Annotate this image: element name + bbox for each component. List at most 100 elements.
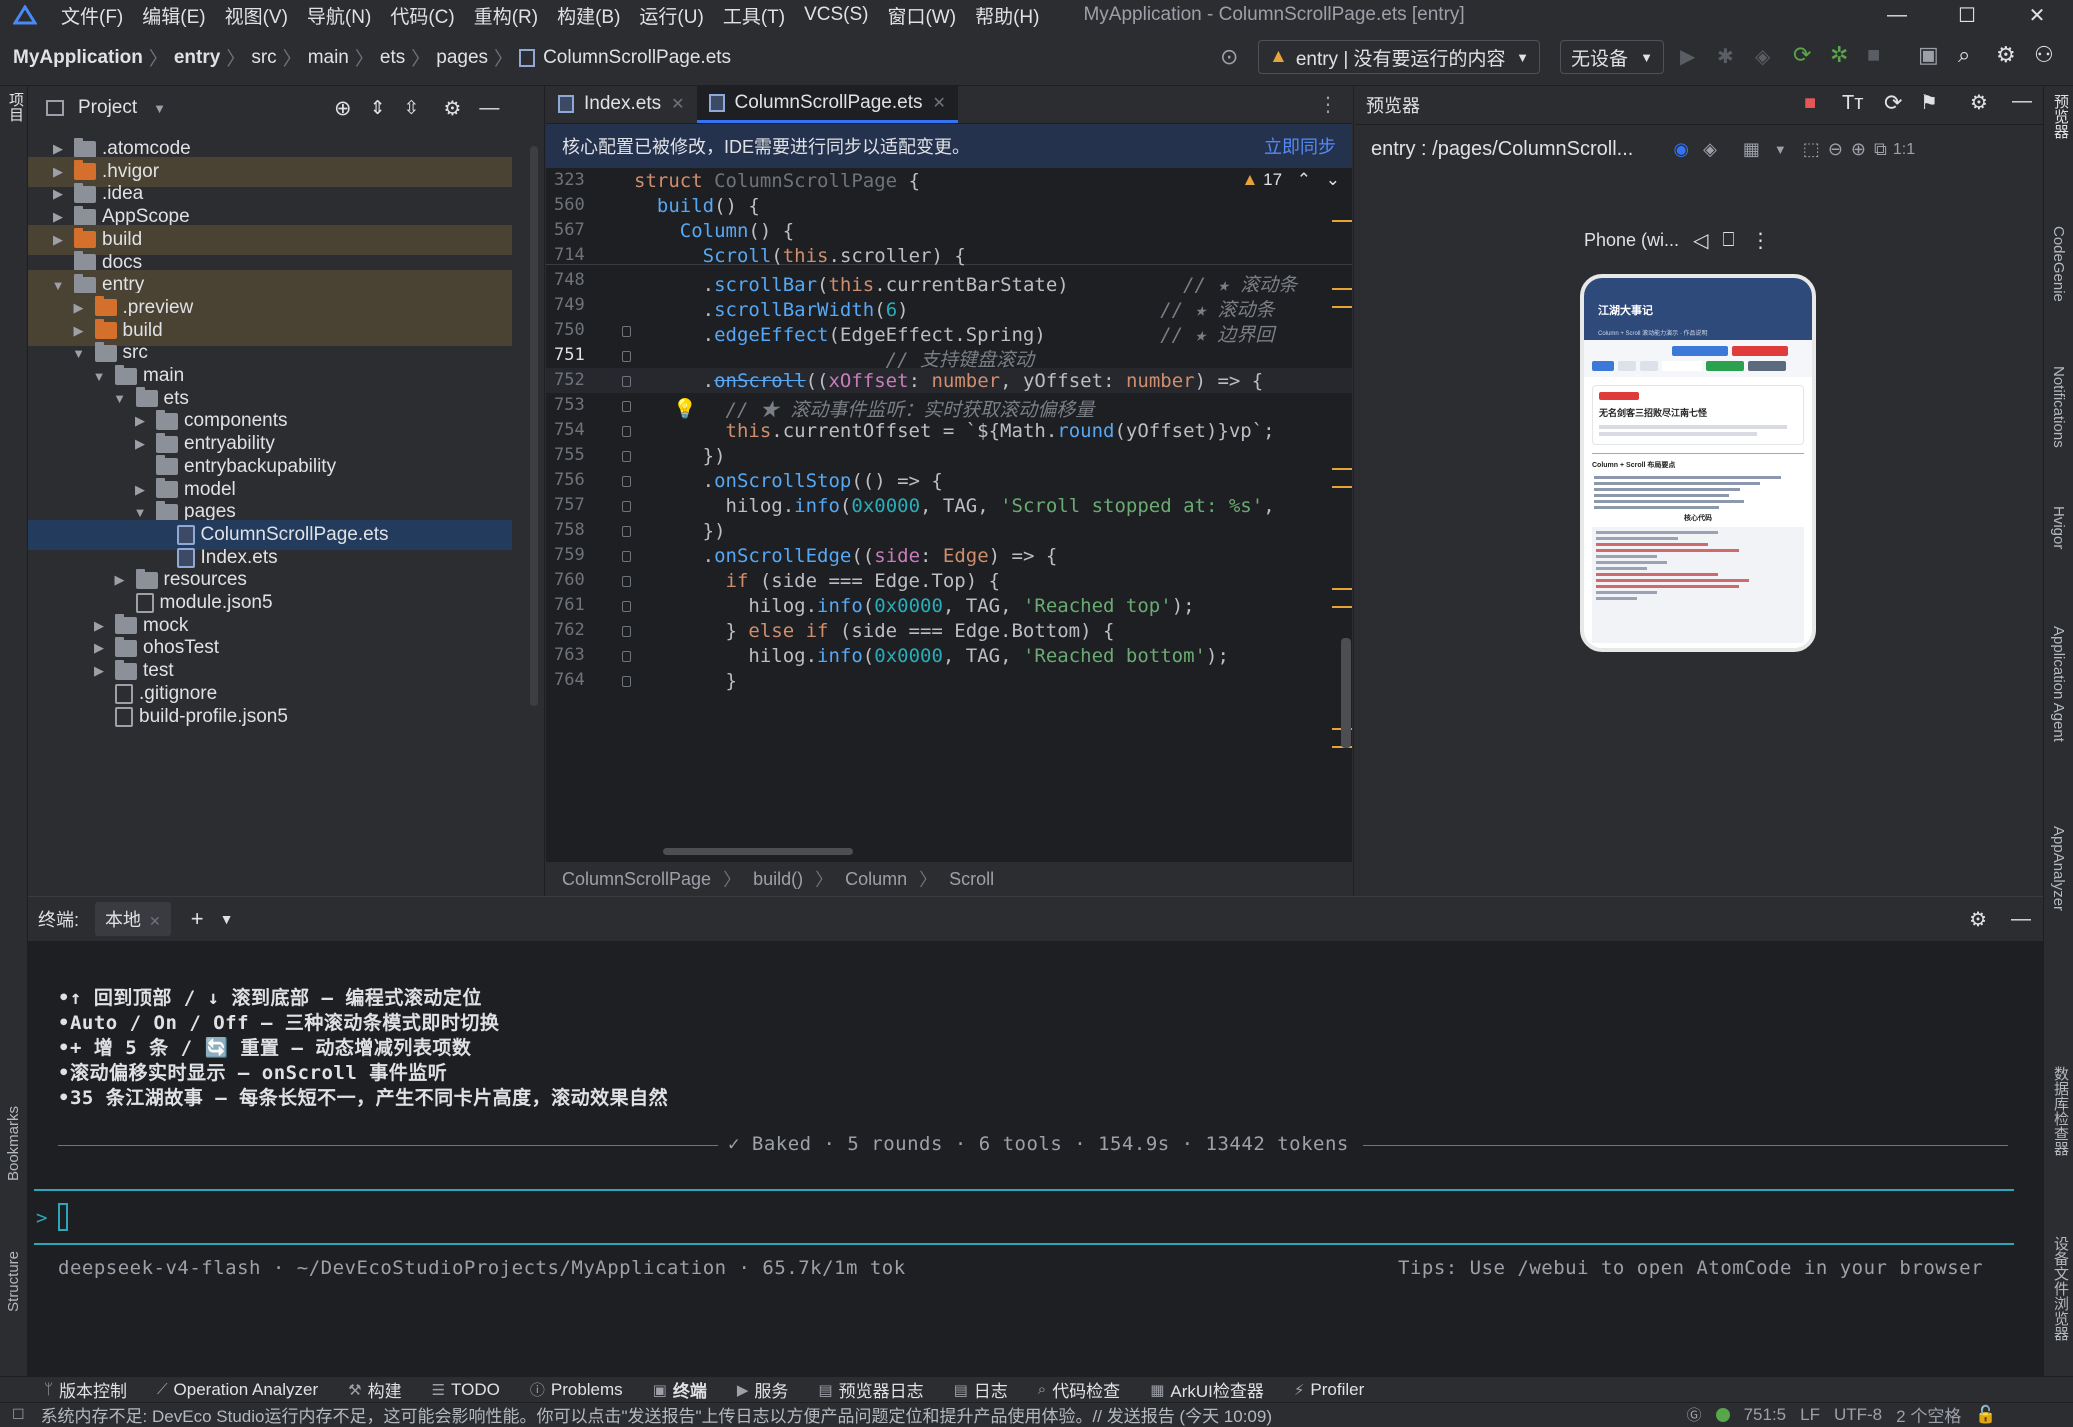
chevron-down-icon[interactable]: ▼ — [112, 391, 128, 406]
terminal-button[interactable]: ▣ 终端 — [653, 1377, 707, 1402]
chevron-right-icon[interactable]: ▶ — [71, 323, 87, 339]
maximize-icon[interactable]: ☐ — [1932, 0, 2002, 30]
chevron-down-icon[interactable]: ▼ — [50, 278, 66, 293]
chevron-down-icon[interactable]: ▼ — [220, 911, 234, 927]
scroll-top-button[interactable] — [1672, 346, 1728, 356]
fold-marker-icon[interactable] — [622, 351, 631, 362]
crumb-file[interactable]: ColumnScrollPage.ets — [543, 47, 731, 69]
back-icon[interactable]: ◁ — [1693, 228, 1708, 253]
fold-marker-icon[interactable] — [622, 401, 631, 412]
bookmarks-tool-button[interactable]: Bookmarks — [5, 1106, 22, 1181]
sync-icon[interactable]: ⟳ — [1793, 42, 1811, 68]
settings-target-icon[interactable]: ⊙ — [1220, 44, 1238, 70]
chevron-right-icon[interactable]: ▶ — [50, 209, 66, 225]
chevron-right-icon[interactable]: ▶ — [91, 618, 107, 634]
chevron-right-icon[interactable]: ▶ — [71, 300, 87, 316]
hvigor-tool-button[interactable]: Hvigor — [2050, 506, 2067, 549]
codegenie-tool-button[interactable]: CodeGenie — [2050, 226, 2067, 302]
close-tab-icon[interactable]: ✕ — [149, 913, 161, 929]
arkui-inspector-button[interactable]: ▦ ArkUI检查器 — [1150, 1377, 1264, 1402]
hide-panel-icon[interactable]: — — [2011, 908, 2031, 931]
fold-marker-icon[interactable] — [622, 576, 631, 587]
scroll-bottom-button[interactable] — [1732, 346, 1788, 356]
refresh-icon[interactable]: ⟳ — [1884, 90, 1902, 116]
tab-columnscrollpage-ets[interactable]: ColumnScrollPage.ets ✕ — [696, 85, 958, 123]
mode-off-button[interactable] — [1640, 361, 1658, 371]
account-icon[interactable]: ⚇ — [2034, 42, 2054, 68]
gear-icon[interactable]: ⚙ — [1970, 90, 1988, 115]
previewer-log-button[interactable]: ▤ 预览器日志 — [818, 1377, 923, 1402]
menu-item[interactable]: 工具(T) — [723, 2, 785, 29]
crumb-struct[interactable]: ColumnScrollPage — [562, 869, 711, 890]
fold-marker-icon[interactable] — [622, 376, 631, 387]
chevron-down-icon[interactable]: ▼ — [132, 505, 148, 520]
multi-device-icon[interactable]: ▦ — [1743, 139, 1760, 160]
application-agent-tool-button[interactable]: Application Agent — [2050, 626, 2067, 742]
debug-icon[interactable]: ✱ — [1717, 44, 1734, 69]
device-manager-icon[interactable]: ▣ — [1918, 42, 1939, 68]
font-size-icon[interactable]: Tт — [1842, 92, 1863, 115]
device-select[interactable]: 无设备 ▼ — [1560, 40, 1664, 74]
chevron-down-icon[interactable]: ⌄ — [1326, 170, 1340, 189]
chevron-right-icon[interactable]: ▶ — [132, 436, 148, 452]
caret-position[interactable]: 751:5 — [1744, 1405, 1787, 1425]
previewer-tool-button[interactable]: 预览器 — [2050, 94, 2071, 139]
panel-toggle-icon[interactable]: ☐ — [12, 1406, 25, 1423]
menu-item[interactable]: 文件(F) — [61, 2, 123, 29]
attach-debugger-icon[interactable]: ◈ — [1755, 44, 1770, 69]
log-button[interactable]: ▤ 日志 — [954, 1377, 1008, 1402]
close-tab-icon[interactable]: ✕ — [671, 94, 684, 114]
stop-preview-icon[interactable]: ■ — [1804, 92, 1816, 115]
structure-tool-button[interactable]: Structure — [5, 1251, 22, 1312]
crumb-column[interactable]: Column — [845, 869, 907, 890]
crumb-src[interactable]: src — [251, 47, 276, 69]
layers-icon[interactable]: ◈ — [1703, 139, 1717, 160]
project-tool-button[interactable]: 项目 — [5, 92, 26, 122]
hide-panel-icon[interactable]: — — [479, 97, 499, 120]
chevron-right-icon[interactable]: ▶ — [50, 141, 66, 157]
fold-marker-icon[interactable] — [622, 501, 631, 512]
fold-marker-icon[interactable] — [622, 326, 631, 337]
inspection-widget[interactable]: ▲ 17 ⌃ ⌄ — [1242, 170, 1340, 190]
chevron-right-icon[interactable]: ▶ — [132, 413, 148, 429]
project-title[interactable]: Project — [78, 97, 137, 119]
menu-item[interactable]: 窗口(W) — [887, 2, 956, 29]
sync-now-link[interactable]: 立即同步 — [1264, 133, 1336, 159]
chevron-right-icon[interactable]: ▶ — [91, 640, 107, 656]
screenshot-icon[interactable]: ⧉ — [1874, 139, 1887, 160]
todo-button[interactable]: ☰ TODO — [432, 1380, 500, 1400]
minimize-icon[interactable]: — — [1862, 0, 1932, 30]
crumb-module[interactable]: entry — [174, 47, 220, 69]
menu-item[interactable]: VCS(S) — [804, 4, 868, 26]
menu-item[interactable]: 视图(V) — [225, 2, 288, 29]
problems-button[interactable]: ⓘ Problems — [530, 1379, 623, 1400]
collapse-all-icon[interactable]: ⇳ — [404, 97, 420, 120]
chevron-right-icon[interactable]: ▶ — [50, 232, 66, 248]
expand-all-icon[interactable]: ⇕ — [370, 97, 386, 120]
fit-icon[interactable]: ⬚ — [1803, 139, 1820, 160]
menu-item[interactable]: 导航(N) — [307, 2, 371, 29]
scrollbar[interactable] — [530, 146, 538, 706]
memory-warning-message[interactable]: 系统内存不足: DevEco Studio运行内存不足，这可能会影响性能。你可以… — [41, 1402, 1361, 1427]
fold-marker-icon[interactable] — [622, 651, 631, 662]
run-icon[interactable]: ▶ — [1680, 44, 1695, 69]
crumb-pages[interactable]: pages — [436, 47, 488, 69]
fold-marker-icon[interactable] — [622, 451, 631, 462]
stop-icon[interactable]: ■ — [1867, 42, 1880, 68]
lock-icon[interactable]: 🔓 — [1975, 1405, 1996, 1425]
operation-analyzer-button[interactable]: ⟋ Operation Analyzer — [157, 1380, 318, 1400]
actual-size-icon[interactable]: 1:1 — [1893, 141, 1915, 159]
chevron-down-icon[interactable]: ▼ — [91, 369, 107, 384]
close-icon[interactable]: ✕ — [2002, 0, 2072, 30]
crumb-scroll[interactable]: Scroll — [949, 869, 994, 890]
menu-item[interactable]: 重构(R) — [474, 2, 538, 29]
fold-marker-icon[interactable] — [622, 676, 631, 687]
notifications-tool-button[interactable]: Notifications — [2050, 366, 2067, 448]
add-button[interactable] — [1706, 361, 1744, 371]
fold-marker-icon[interactable] — [622, 476, 631, 487]
fold-marker-icon[interactable] — [622, 426, 631, 437]
chevron-right-icon[interactable]: ▶ — [50, 164, 66, 180]
reset-button[interactable] — [1748, 361, 1786, 371]
profiler-button[interactable]: ⚡ Profiler — [1294, 1380, 1364, 1400]
version-control-button[interactable]: ᛘ 版本控制 — [44, 1377, 127, 1402]
